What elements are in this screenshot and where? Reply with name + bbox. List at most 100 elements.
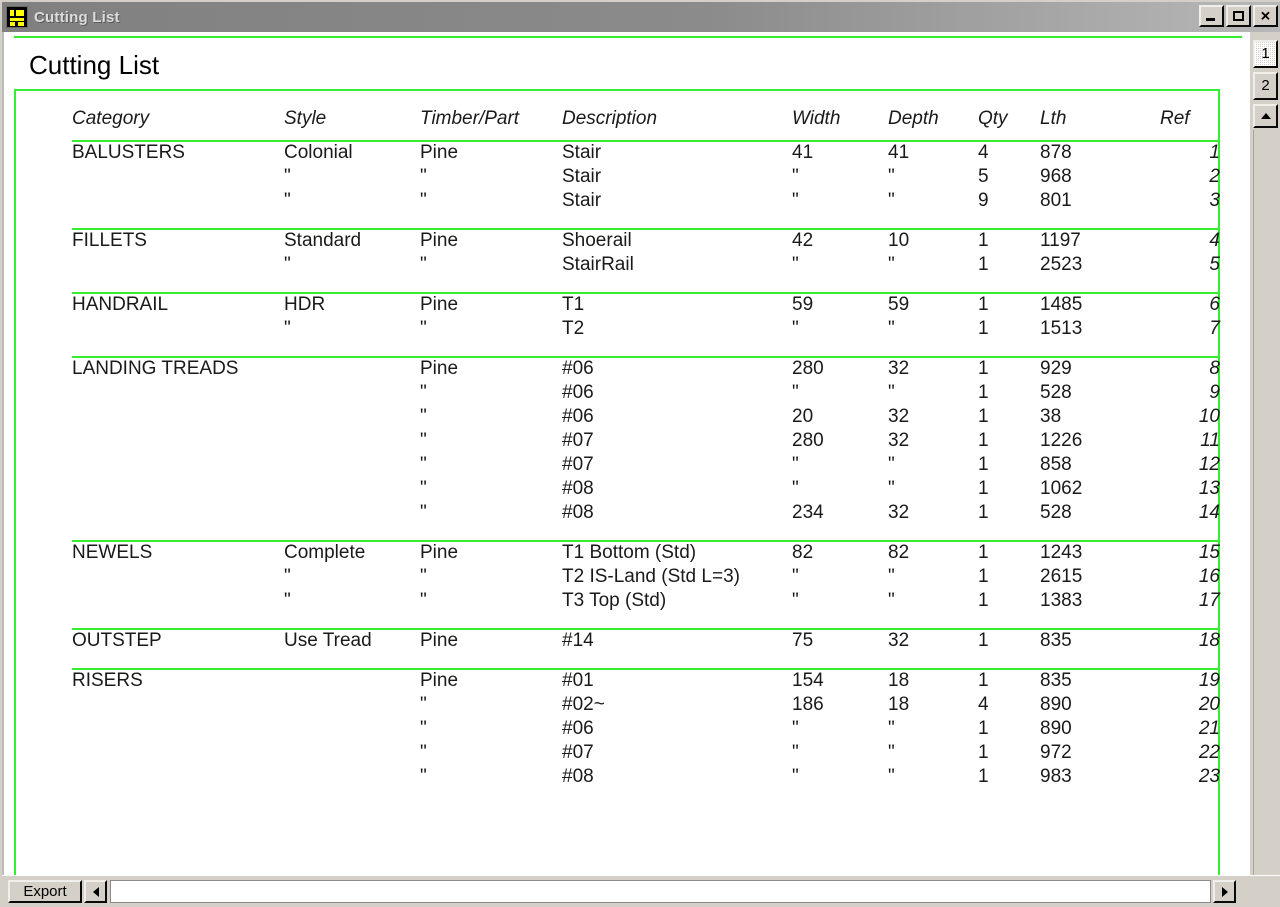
cell-ref: 20 bbox=[1198, 694, 1220, 715]
cell-qty: 1 bbox=[978, 318, 989, 339]
cell-depth: 41 bbox=[888, 140, 978, 166]
cell-style bbox=[284, 406, 420, 430]
cell-ref: 4 bbox=[1160, 228, 1220, 254]
cell-timber: " bbox=[420, 502, 427, 523]
cell-qty: 1 bbox=[978, 502, 989, 523]
table-row: " " T3 Top (Std) " " 1 1383 17 bbox=[72, 590, 1220, 614]
cell-ref: 17 bbox=[1198, 590, 1220, 611]
cell-width: " bbox=[792, 766, 799, 787]
cell-category bbox=[72, 766, 284, 790]
minimize-button[interactable] bbox=[1199, 5, 1224, 27]
cell-lth: 968 bbox=[1040, 166, 1072, 187]
column-header-category: Category bbox=[72, 108, 150, 129]
title-bar: Cutting List ✕ bbox=[2, 2, 1280, 32]
report-viewport: Cutting List Category Style Timber/Part … bbox=[2, 32, 1250, 877]
cell-lth: 1243 bbox=[1040, 540, 1160, 566]
cell-width: " bbox=[792, 166, 799, 187]
cell-qty: 1 bbox=[978, 718, 989, 739]
minimize-icon bbox=[1206, 18, 1215, 21]
maximize-icon bbox=[1233, 11, 1244, 21]
cell-style: " bbox=[284, 254, 291, 275]
table-row: OUTSTEP Use Tread Pine #14 75 32 1 835 18 bbox=[72, 628, 1220, 654]
cell-ref: 23 bbox=[1198, 766, 1220, 787]
cell-qty: 1 bbox=[978, 454, 989, 475]
cell-ref: 22 bbox=[1198, 742, 1220, 763]
cell-description: T1 Bottom (Std) bbox=[562, 540, 792, 566]
cell-style: Complete bbox=[284, 540, 420, 566]
cell-timber: Pine bbox=[420, 292, 562, 318]
cell-qty: 1 bbox=[978, 406, 989, 427]
header-divider bbox=[14, 36, 1242, 38]
cell-ref: 7 bbox=[1209, 318, 1220, 339]
table-row: " " T2 " " 1 1513 7 bbox=[72, 318, 1220, 342]
cell-description: #06 bbox=[562, 356, 792, 382]
cell-description: Stair bbox=[562, 190, 602, 211]
cell-depth: " bbox=[888, 254, 895, 275]
cell-description: #14 bbox=[562, 628, 792, 654]
cell-style bbox=[284, 454, 420, 478]
cell-qty: 1 bbox=[978, 228, 1040, 254]
export-button[interactable]: Export bbox=[8, 880, 82, 903]
cell-description: #08 bbox=[562, 478, 594, 499]
page-tab-1[interactable]: 1 bbox=[1253, 40, 1278, 68]
cell-lth: 528 bbox=[1040, 502, 1072, 523]
table-row: " #06 20 32 1 38 10 bbox=[72, 406, 1220, 430]
group-spacer bbox=[72, 654, 1220, 669]
cell-description: T2 IS-Land (Std L=3) bbox=[562, 566, 740, 587]
close-button[interactable]: ✕ bbox=[1253, 5, 1278, 27]
arrow-up-icon bbox=[1260, 113, 1271, 119]
cell-qty: 1 bbox=[978, 292, 1040, 318]
cutting-list-table: Category Style Timber/Part Description W… bbox=[72, 108, 1220, 790]
cell-width: " bbox=[792, 478, 799, 499]
cell-width: " bbox=[792, 454, 799, 475]
table-row: " #07 280 32 1 1226 11 bbox=[72, 430, 1220, 454]
cell-qty: 5 bbox=[978, 166, 989, 187]
vertical-scrollbar-track[interactable] bbox=[1253, 130, 1278, 875]
cell-style bbox=[284, 382, 420, 406]
cell-width: 280 bbox=[792, 430, 824, 451]
cell-style bbox=[284, 742, 420, 766]
cell-depth: " bbox=[888, 318, 895, 339]
horizontal-scrollbar-track[interactable] bbox=[110, 880, 1211, 903]
cell-category bbox=[72, 742, 284, 766]
cell-category bbox=[72, 430, 284, 454]
maximize-button[interactable] bbox=[1226, 5, 1251, 27]
page-tab-2[interactable]: 2 bbox=[1253, 72, 1278, 100]
cell-description: #02~ bbox=[562, 694, 605, 715]
cell-style: Standard bbox=[284, 228, 420, 254]
cell-qty: 1 bbox=[978, 356, 1040, 382]
group-spacer bbox=[72, 614, 1220, 629]
cell-category bbox=[72, 190, 284, 214]
cell-style bbox=[284, 502, 420, 526]
page-tab-strip: 1 2 bbox=[1248, 32, 1280, 877]
cell-depth: " bbox=[888, 718, 895, 739]
cell-timber: " bbox=[420, 566, 427, 587]
cell-category: NEWELS bbox=[72, 540, 284, 566]
cell-description: T2 bbox=[562, 318, 585, 339]
cell-timber: " bbox=[420, 190, 427, 211]
cell-category: LANDING TREADS bbox=[72, 356, 284, 382]
cell-ref: 12 bbox=[1198, 454, 1220, 475]
cell-qty: 1 bbox=[978, 668, 1040, 694]
cell-timber: Pine bbox=[420, 140, 562, 166]
cell-timber: " bbox=[420, 742, 427, 763]
scroll-left-button[interactable] bbox=[84, 880, 107, 903]
table-row: LANDING TREADS Pine #06 280 32 1 929 8 bbox=[72, 356, 1220, 382]
cell-ref: 18 bbox=[1160, 628, 1220, 654]
cell-timber: " bbox=[420, 254, 427, 275]
cell-timber: " bbox=[420, 430, 427, 451]
group-spacer bbox=[72, 342, 1220, 357]
cell-qty: 4 bbox=[978, 694, 989, 715]
table-row: " #07 " " 1 972 22 bbox=[72, 742, 1220, 766]
cell-ref: 13 bbox=[1198, 478, 1220, 499]
cell-style bbox=[284, 766, 420, 790]
group-spacer bbox=[72, 278, 1220, 293]
cell-description: Stair bbox=[562, 166, 602, 187]
cell-qty: 1 bbox=[978, 382, 989, 403]
scroll-right-button[interactable] bbox=[1213, 880, 1236, 903]
table-row: " " StairRail " " 1 2523 5 bbox=[72, 254, 1220, 278]
table-row: BALUSTERS Colonial Pine Stair 41 41 4 878 1 bbox=[72, 140, 1220, 166]
scroll-up-button[interactable] bbox=[1253, 104, 1278, 128]
cell-style: Use Tread bbox=[284, 628, 420, 654]
cell-category bbox=[72, 406, 284, 430]
